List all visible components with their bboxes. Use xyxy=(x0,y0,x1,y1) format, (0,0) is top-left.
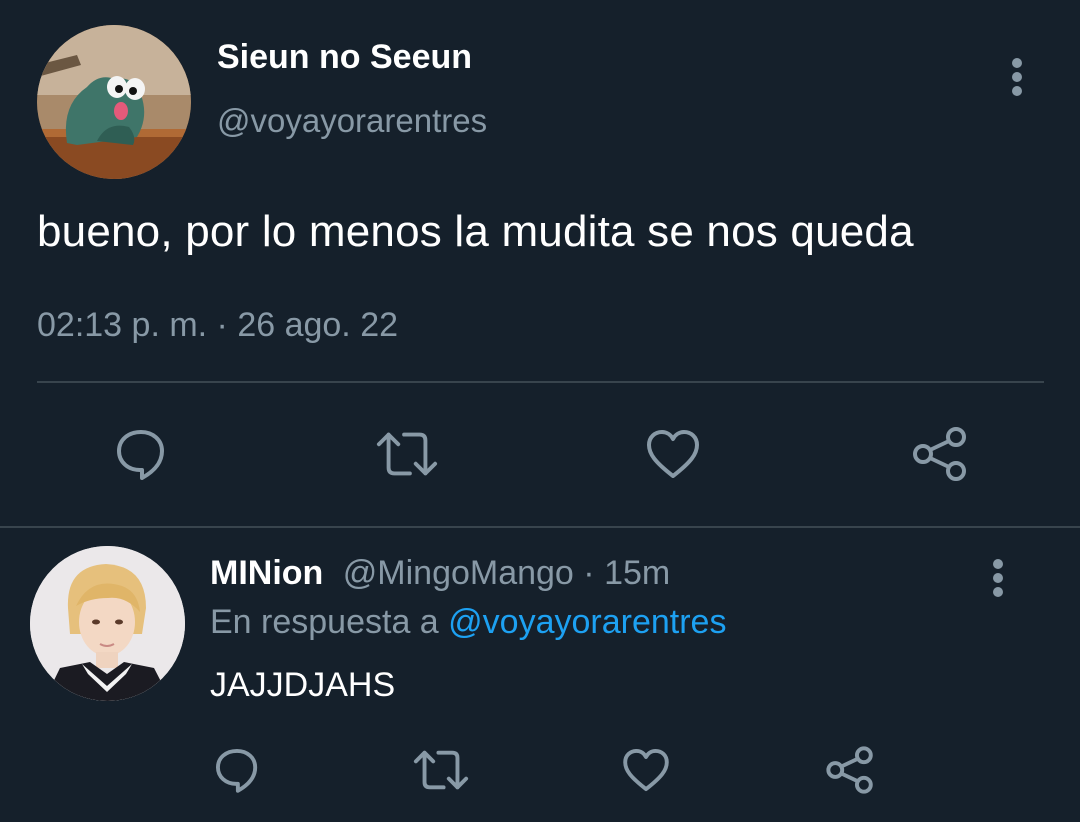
reply-user-handle[interactable]: @MingoMango xyxy=(343,554,574,592)
reply-timestamp[interactable]: 15m xyxy=(604,554,670,592)
more-options-icon[interactable] xyxy=(1000,52,1034,100)
reply-retweet-button[interactable] xyxy=(409,738,473,802)
reply-separator: · xyxy=(583,554,595,592)
user-handle[interactable]: @voyayorarentres xyxy=(217,102,487,140)
reply-share-button[interactable] xyxy=(818,738,882,802)
share-button[interactable] xyxy=(908,422,972,486)
reply-header: MINion @MingoMango · 15m xyxy=(210,554,670,593)
reply-display-name[interactable]: MINion xyxy=(210,554,323,592)
reply-like-button[interactable] xyxy=(614,738,678,802)
share-icon xyxy=(913,427,966,481)
retweet-icon xyxy=(376,432,438,476)
reply-avatar[interactable] xyxy=(30,546,185,701)
divider xyxy=(37,381,1044,383)
like-icon xyxy=(623,748,669,792)
avatar[interactable] xyxy=(37,25,191,179)
reply-icon xyxy=(215,748,258,793)
like-button[interactable] xyxy=(641,422,705,486)
tweet-timestamp[interactable]: 02:13 p. m. · 26 ago. 22 xyxy=(37,306,398,345)
reply-icon xyxy=(117,430,164,480)
display-name[interactable]: Sieun no Seeun xyxy=(217,38,472,77)
reply-more-options-icon[interactable] xyxy=(981,553,1015,601)
reply-button[interactable] xyxy=(109,422,173,486)
replying-to-label: En respuesta a xyxy=(210,603,439,641)
avatar-image xyxy=(30,546,185,701)
reply-reply-button[interactable] xyxy=(205,738,269,802)
replying-to-line: En respuesta a @voyayorarentres xyxy=(210,603,726,642)
retweet-icon xyxy=(413,750,469,790)
section-divider xyxy=(0,526,1080,528)
retweet-button[interactable] xyxy=(375,422,439,486)
main-tweet: Sieun no Seeun @voyayorarentres bueno, p… xyxy=(0,0,1080,526)
tweet-text: bueno, por lo menos la mudita se nos que… xyxy=(37,207,914,256)
reply-text: JAJJDJAHS xyxy=(210,666,396,704)
share-icon xyxy=(826,746,873,794)
avatar-image xyxy=(37,25,191,179)
replying-to-mention-link[interactable]: @voyayorarentres xyxy=(448,603,726,641)
like-icon xyxy=(647,430,699,478)
